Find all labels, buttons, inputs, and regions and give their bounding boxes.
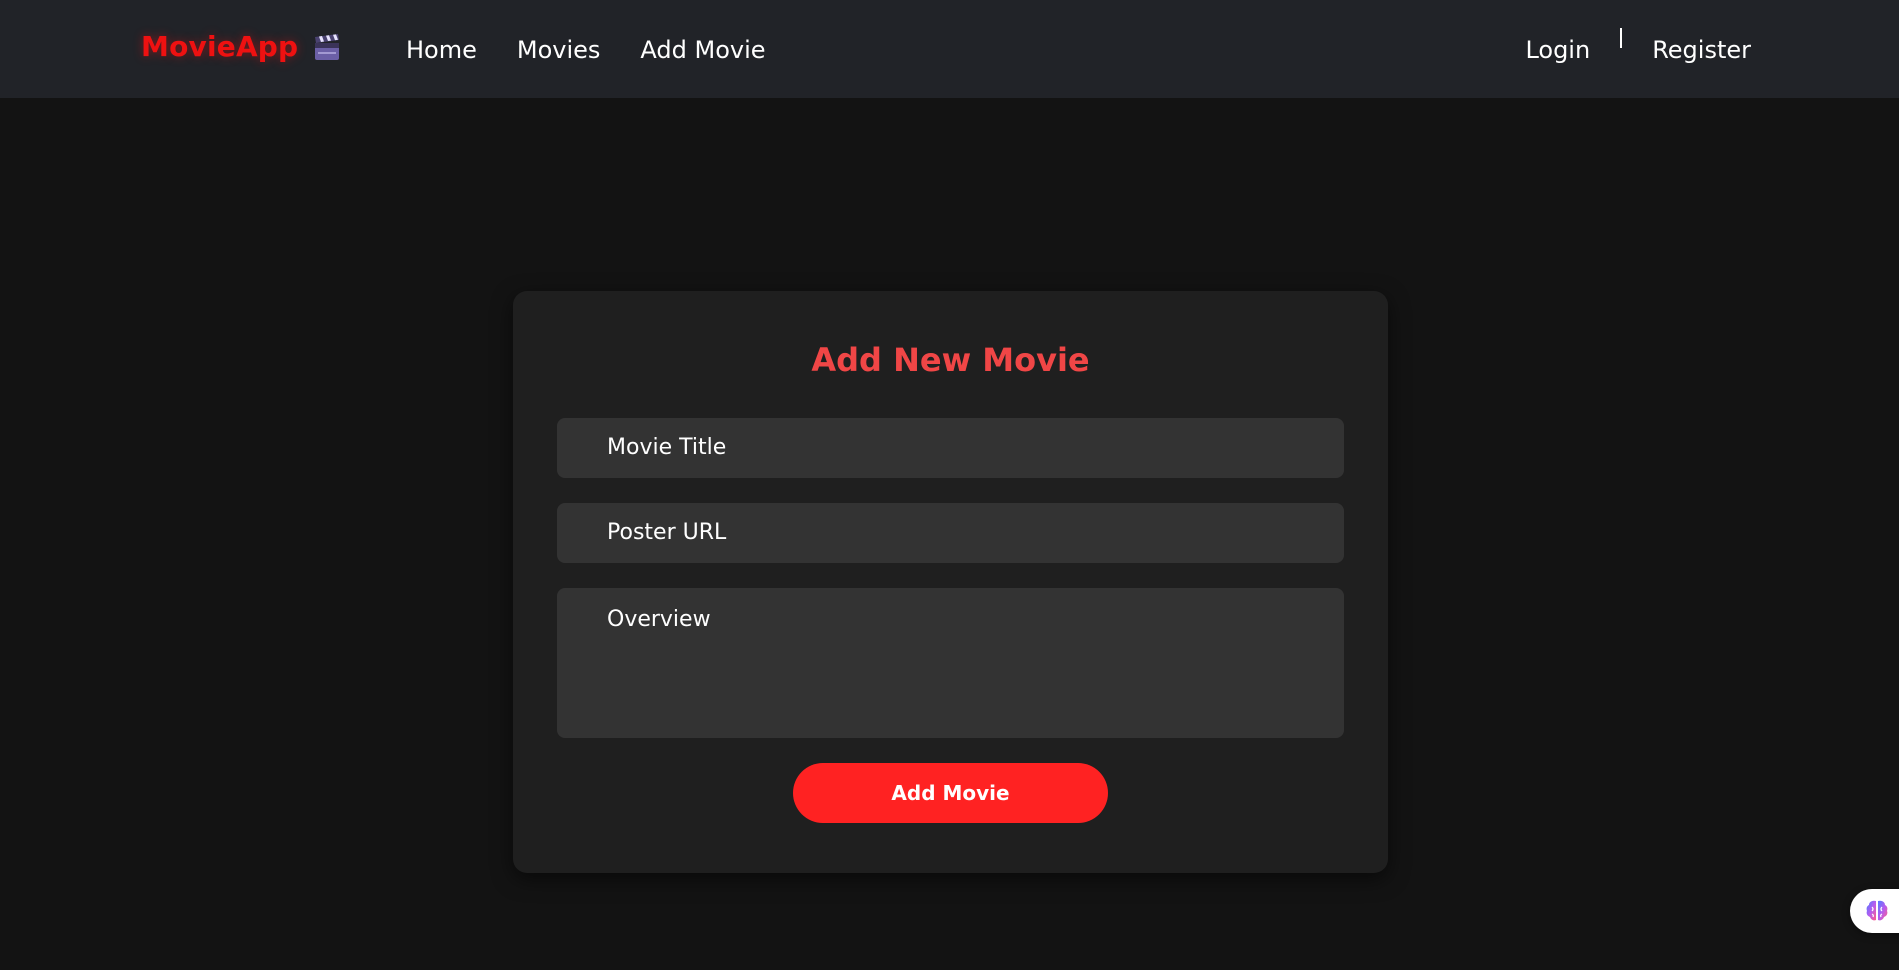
- assistant-widget[interactable]: [1850, 889, 1899, 933]
- movie-title-input[interactable]: Movie Title: [557, 418, 1344, 478]
- navbar: MovieApp Home Movies Add Movie Login Reg…: [0, 0, 1899, 98]
- add-movie-card: Add New Movie Movie Title Poster URL Ove…: [513, 291, 1388, 873]
- brain-icon: [1866, 900, 1888, 921]
- auth-divider: [1620, 28, 1623, 48]
- nav-home-link[interactable]: Home: [406, 36, 477, 64]
- auth-links: Login Register: [1525, 28, 1751, 64]
- brand[interactable]: MovieApp: [141, 30, 342, 63]
- brand-name[interactable]: MovieApp: [141, 30, 298, 63]
- clapper-board-icon: [315, 33, 340, 60]
- nav-add-movie-link[interactable]: Add Movie: [640, 36, 765, 64]
- main-nav: Home Movies Add Movie: [406, 36, 766, 64]
- nav-movies-link[interactable]: Movies: [517, 36, 601, 64]
- login-link[interactable]: Login: [1525, 36, 1590, 64]
- poster-url-input[interactable]: Poster URL: [557, 503, 1344, 563]
- add-movie-button[interactable]: Add Movie: [793, 763, 1108, 823]
- register-link[interactable]: Register: [1652, 36, 1751, 64]
- overview-textarea[interactable]: Overview: [557, 588, 1344, 738]
- form-title: Add New Movie: [811, 341, 1090, 379]
